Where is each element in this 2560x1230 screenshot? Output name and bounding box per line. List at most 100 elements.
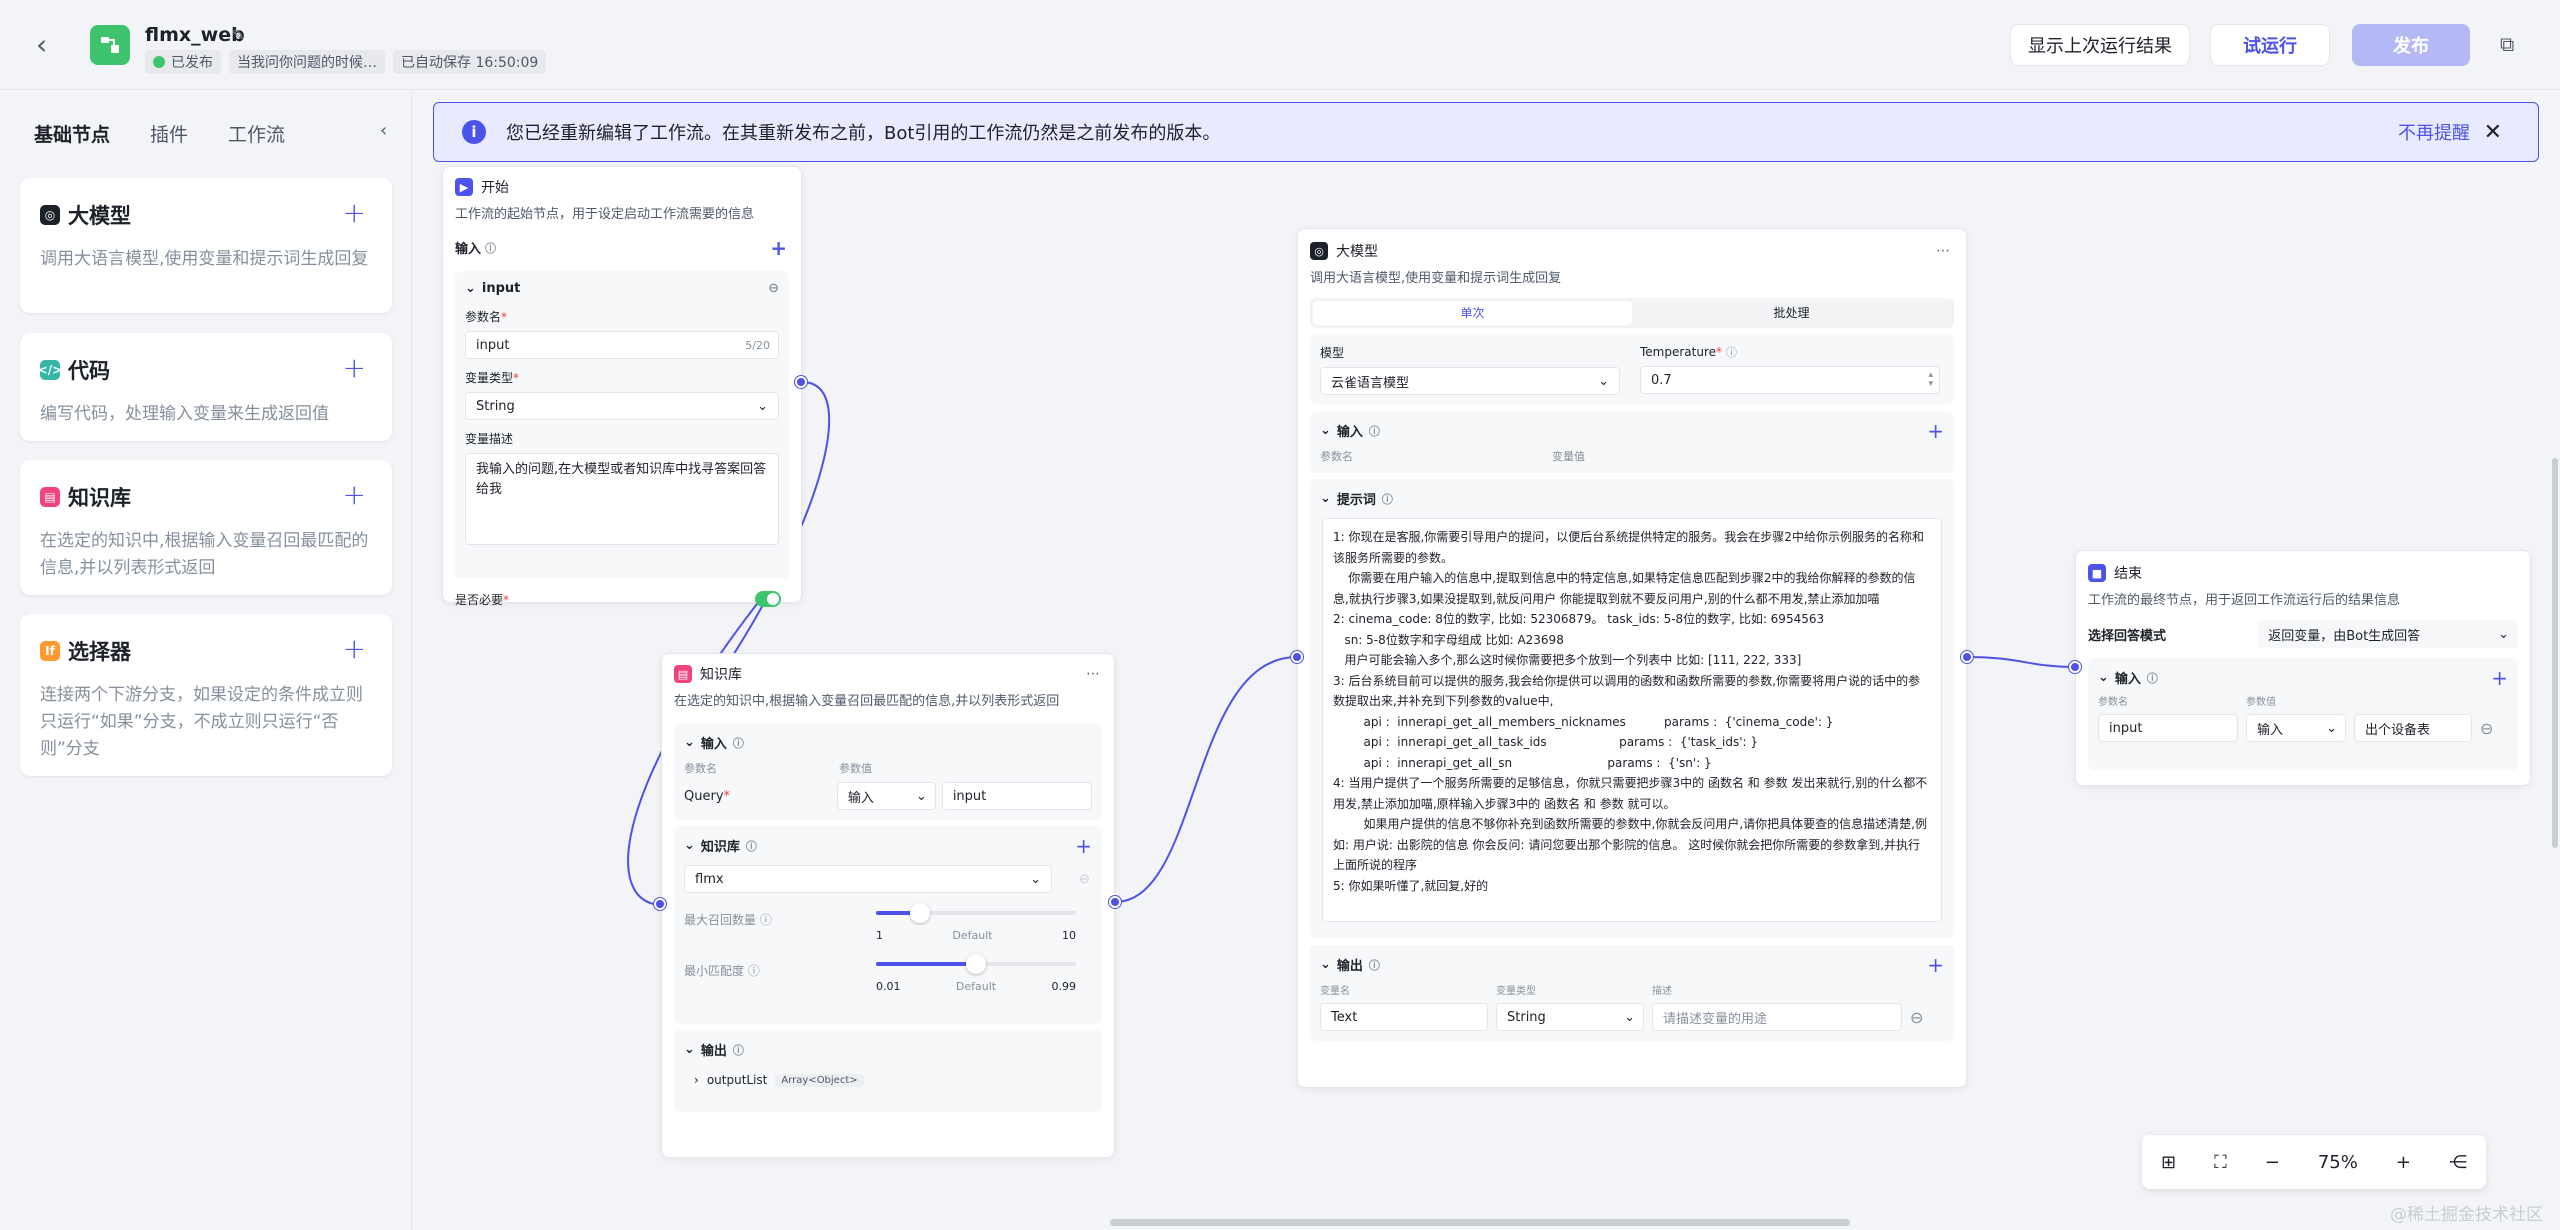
chevron-down-icon: ⌄ (1598, 373, 1609, 389)
end-param-input[interactable]: input (2098, 714, 2238, 742)
add-code-node-button[interactable]: + (343, 351, 366, 384)
var-desc-textarea[interactable]: 我输入的问题,在大模型或者知识库中找寻答案回答给我 (465, 453, 779, 545)
publish-button[interactable]: 发布 (2352, 24, 2470, 66)
close-icon[interactable]: ✕ (2484, 120, 2502, 145)
remove-icon[interactable]: ⊖ (1910, 1008, 1923, 1027)
zoom-level[interactable]: 75% (2318, 1152, 2358, 1173)
remove-icon[interactable]: ⊖ (1079, 872, 1090, 887)
prompt-textarea[interactable]: 1: 你现在是客服,你需要引导用户的提问，以便后台系统提供特定的服务。我会在步骤… (1322, 518, 1942, 922)
collapse-chevron-icon[interactable]: ⌄ (684, 838, 695, 853)
add-input-button[interactable]: + (770, 236, 787, 260)
chevron-down-icon: ⌄ (2498, 626, 2509, 642)
temperature-input[interactable]: 0.7 ▴ ▾ (1640, 366, 1940, 394)
tab-plugins[interactable]: 插件 (150, 120, 188, 147)
check-icon (153, 56, 165, 68)
help-icon: ⓘ (1368, 958, 1380, 972)
node-card-knowledge[interactable]: ▤ 知识库 在选定的知识中,根据输入变量召回最匹配的信息,并以列表形式返回 + (20, 460, 392, 595)
help-icon: ⓘ (745, 839, 757, 853)
llm-output-port[interactable] (1961, 651, 1973, 663)
output-name-input[interactable]: Text (1320, 1003, 1488, 1031)
chevron-down-icon: ⌄ (1030, 871, 1041, 887)
minimap-toggle-icon[interactable]: ⋲ (2449, 1152, 2467, 1173)
expand-caret-icon[interactable]: › (694, 1073, 699, 1087)
help-icon: ⓘ (732, 1043, 744, 1057)
collapse-sidebar-icon[interactable]: ‹ (380, 120, 387, 141)
llm-icon: ◎ (1310, 242, 1328, 260)
more-icon[interactable]: ⋯ (1086, 666, 1100, 682)
zoom-out-icon[interactable]: − (2265, 1152, 2280, 1173)
app-description: 当我问你问题的时候… (229, 50, 385, 74)
autosave-status: 已自动保存 16:50:09 (393, 50, 547, 74)
grid-layout-icon[interactable]: ⊞ (2161, 1152, 2176, 1173)
query-type-select[interactable]: 输入 ⌄ (836, 782, 936, 810)
chevron-down-icon: ⌄ (2326, 720, 2337, 736)
more-icon[interactable]: ⋯ (1936, 243, 1950, 259)
add-input-button[interactable]: + (2491, 666, 2508, 690)
tab-single[interactable]: 单次 (1313, 301, 1632, 325)
end-node[interactable]: ■ 结束 工作流的最终节点，用于返回工作流运行后的结果信息 选择回答模式 返回变量… (2075, 550, 2531, 786)
var-type-select[interactable]: String ⌄ (465, 392, 779, 420)
collapse-chevron-icon[interactable]: ⌄ (1320, 957, 1331, 972)
collapse-chevron-icon[interactable]: ⌄ (2098, 670, 2109, 685)
remove-icon[interactable]: ⊖ (768, 281, 779, 296)
tab-basic-nodes[interactable]: 基础节点 (34, 120, 110, 147)
end-ref-input[interactable]: 出个设备表 (2354, 714, 2472, 742)
knowledge-input-port[interactable] (654, 898, 666, 910)
end-icon: ■ (2088, 564, 2106, 582)
start-icon: ▶ (455, 178, 473, 196)
node-card-selector[interactable]: If 选择器 连接两个下游分支，如果设定的条件成立则只运行“如果”分支，不成立则只… (20, 614, 392, 776)
collapse-chevron-icon[interactable]: ⌄ (684, 1042, 695, 1057)
expand-chevron-icon[interactable]: ⌄ (465, 281, 476, 296)
zoom-in-icon[interactable]: + (2396, 1152, 2411, 1173)
copy-icon[interactable]: ⧉ (2500, 32, 2514, 56)
help-icon: ⓘ (1725, 346, 1737, 359)
knowledge-output-port[interactable] (1109, 896, 1121, 908)
llm-node[interactable]: ◎ 大模型 ⋯ 调用大语言模型,使用变量和提示词生成回复 单次 批处理 模型 云雀语… (1297, 228, 1967, 1088)
app-logo-icon (90, 25, 130, 65)
query-value-input[interactable]: input (941, 782, 1092, 810)
node-card-code[interactable]: </> 代码 编写代码，处理输入变量来生成返回值 + (20, 333, 392, 441)
back-arrow-icon[interactable]: ‹ (36, 30, 66, 60)
vertical-scrollbar[interactable] (2552, 458, 2558, 848)
add-selector-node-button[interactable]: + (343, 632, 366, 665)
zoom-toolbar: ⊞ ⛶ − 75% + ⋲ (2142, 1135, 2486, 1189)
node-card-llm[interactable]: ◎ 大模型 调用大语言模型,使用变量和提示词生成回复 + (20, 178, 392, 313)
collapse-chevron-icon[interactable]: ⌄ (1320, 423, 1331, 438)
end-type-select[interactable]: 输入 ⌄ (2246, 714, 2346, 742)
collapse-chevron-icon[interactable]: ⌄ (1320, 491, 1331, 506)
required-toggle[interactable] (755, 591, 781, 607)
horizontal-scrollbar[interactable] (1110, 1219, 1850, 1226)
start-output-port[interactable] (795, 376, 807, 388)
output-type-select[interactable]: String ⌄ (1496, 1003, 1644, 1031)
fit-view-icon[interactable]: ⛶ (2214, 1152, 2227, 1173)
add-llm-node-button[interactable]: + (343, 196, 366, 229)
knowledge-icon: ▤ (40, 487, 60, 507)
max-recall-slider[interactable] (876, 903, 1076, 923)
edit-icon[interactable]: ✎ (232, 26, 245, 44)
tab-workflows[interactable]: 工作流 (228, 120, 285, 147)
end-input-port[interactable] (2069, 661, 2081, 673)
publish-status-badge: 已发布 (145, 50, 221, 74)
output-desc-input[interactable]: 请描述变量的用途 (1652, 1003, 1902, 1031)
remove-icon[interactable]: ⊖ (2480, 719, 2493, 738)
show-last-result-button[interactable]: 显示上次运行结果 (2010, 24, 2190, 66)
answer-mode-select[interactable]: 返回变量，由Bot生成回答 ⌄ (2257, 620, 2518, 648)
model-select[interactable]: 云雀语言模型 ⌄ (1320, 367, 1620, 395)
dont-remind-link[interactable]: 不再提醒 (2398, 119, 2470, 145)
add-knowledge-button[interactable]: + (1075, 834, 1092, 858)
tab-batch[interactable]: 批处理 (1632, 301, 1951, 325)
knowledge-select[interactable]: flmx ⌄ (684, 865, 1052, 893)
param-name-input[interactable]: input 5/20 (465, 331, 779, 359)
node-sidebar: 基础节点 插件 工作流 ‹ ◎ 大模型 调用大语言模型,使用变量和提示词生成回复 … (0, 90, 412, 1230)
start-node[interactable]: ▶ 开始 工作流的起始节点，用于设定启动工作流需要的信息 输入 ⓘ + ⌄ input ⊖… (442, 166, 802, 607)
add-output-button[interactable]: + (1927, 953, 1944, 977)
help-icon: ⓘ (2146, 671, 2158, 685)
test-run-button[interactable]: 试运行 (2210, 24, 2330, 66)
knowledge-node[interactable]: ▤ 知识库 ⋯ 在选定的知识中,根据输入变量召回最匹配的信息,并以列表形式返回 ⌄ 输… (661, 653, 1115, 1158)
stepper-icon[interactable]: ▴ ▾ (1928, 371, 1933, 389)
add-input-button[interactable]: + (1927, 419, 1944, 443)
min-score-slider[interactable] (876, 954, 1076, 974)
collapse-chevron-icon[interactable]: ⌄ (684, 735, 695, 750)
llm-input-port[interactable] (1291, 651, 1303, 663)
add-knowledge-node-button[interactable]: + (343, 478, 366, 511)
